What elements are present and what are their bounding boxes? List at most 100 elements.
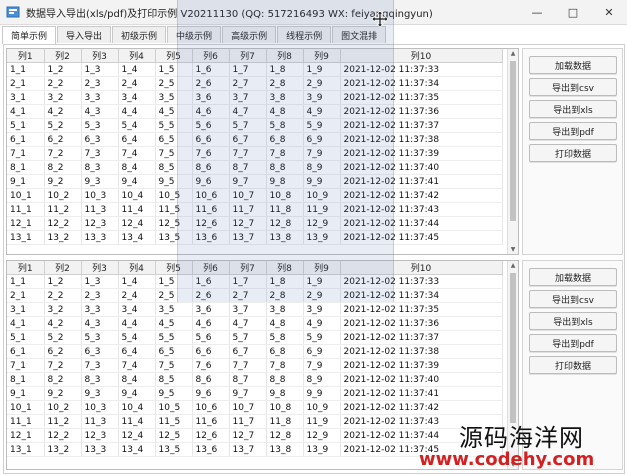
- table-cell[interactable]: 10_9: [303, 400, 341, 415]
- table-cell[interactable]: 12_4: [118, 216, 156, 231]
- export-csv-button[interactable]: 导出到csv: [529, 290, 617, 308]
- table-cell[interactable]: 8_9: [303, 160, 341, 175]
- table-cell[interactable]: 11_3: [81, 414, 119, 429]
- table-row[interactable]: 9_1 9_2 9_3 9_4 9_5 9_6 9_7 9_8 9_9 2021-12-02 11…: [7, 386, 503, 401]
- minimize-button[interactable]: —: [519, 0, 555, 24]
- export-pdf-button[interactable]: 导出到pdf: [529, 122, 617, 140]
- table-cell[interactable]: 11_8: [266, 414, 304, 429]
- table-row[interactable]: 4_1 4_2 4_3 4_4 4_5 4_6 4_7 4_8 4_9 2021-12-02 11…: [7, 104, 503, 119]
- table-cell[interactable]: 8_4: [118, 160, 156, 175]
- maximize-button[interactable]: □: [555, 0, 591, 24]
- scroll-up-icon[interactable]: ▲: [508, 49, 518, 58]
- table-row[interactable]: 11_1 11_2 11_3 11_4 11_5 11_6 11_7 11_8 11_9 2021…: [7, 202, 503, 217]
- table-cell[interactable]: 5_5: [155, 330, 193, 345]
- table-cell[interactable]: 6_9: [303, 132, 341, 147]
- table-cell[interactable]: 1_5: [155, 62, 193, 77]
- table-cell[interactable]: 1_4: [118, 274, 156, 289]
- table-cell[interactable]: 9_4: [118, 174, 156, 189]
- table-cell[interactable]: 2021-12-02 11:37:34: [340, 288, 503, 303]
- table-cell[interactable]: 8_2: [44, 372, 82, 387]
- table-row[interactable]: 6_1 6_2 6_3 6_4 6_5 6_6 6_7 6_8 6_9 2021-12-02 11…: [7, 344, 503, 359]
- table-cell[interactable]: 11_5: [155, 414, 193, 429]
- export-xls-button[interactable]: 导出到xls: [529, 312, 617, 330]
- table-cell[interactable]: 2_4: [118, 76, 156, 91]
- table-cell[interactable]: 2021-12-02 11:37:36: [340, 104, 503, 119]
- table-row[interactable]: 11_1 11_2 11_3 11_4 11_5 11_6 11_7 11_8 11_9 2021…: [7, 414, 503, 429]
- table-cell[interactable]: 1_8: [266, 274, 304, 289]
- column-header[interactable]: 列10: [340, 261, 503, 275]
- table-cell[interactable]: 4_9: [303, 104, 341, 119]
- table-row[interactable]: 8_1 8_2 8_3 8_4 8_5 8_6 8_7 8_8 8_9 2021-12-02 11…: [7, 160, 503, 175]
- top-table-scrollbar[interactable]: ▲ ▼: [507, 49, 518, 254]
- table-row[interactable]: 5_1 5_2 5_3 5_4 5_5 5_6 5_7 5_8 5_9 2021-12-02 11…: [7, 330, 503, 345]
- table-cell[interactable]: 8_4: [118, 372, 156, 387]
- table-cell[interactable]: 3_2: [44, 302, 82, 317]
- table-cell[interactable]: 9_2: [44, 386, 82, 401]
- table-cell[interactable]: 2021-12-02 11:37:37: [340, 118, 503, 133]
- table-cell[interactable]: 9_3: [81, 386, 119, 401]
- table-cell[interactable]: 2021-12-02 11:37:44: [340, 216, 503, 231]
- close-button[interactable]: ✕: [591, 0, 627, 24]
- table-cell[interactable]: 8_1: [7, 160, 45, 175]
- column-header[interactable]: 列4: [118, 261, 156, 275]
- table-cell[interactable]: 10_6: [192, 188, 230, 203]
- table-cell[interactable]: 3_2: [44, 90, 82, 105]
- table-cell[interactable]: 7_7: [229, 146, 267, 161]
- table-cell[interactable]: 10_2: [44, 400, 82, 415]
- table-row[interactable]: 1_1 1_2 1_3 1_4 1_5 1_6 1_7 1_8 1_9 2021-12-02 11…: [7, 274, 503, 289]
- table-cell[interactable]: 12_5: [155, 216, 193, 231]
- table-cell[interactable]: 5_4: [118, 330, 156, 345]
- top-table[interactable]: 列1 列2 列3 列4 列5 列6 列7 列8 列9 列10 1_1 1_2 1_3 1_4 1_5 1_6…: [6, 48, 519, 255]
- table-cell[interactable]: 7_2: [44, 358, 82, 373]
- table-cell[interactable]: 3_9: [303, 302, 341, 317]
- table-cell[interactable]: 10_7: [229, 400, 267, 415]
- table-cell[interactable]: 13_3: [81, 442, 119, 457]
- table-cell[interactable]: 1_8: [266, 62, 304, 77]
- table-cell[interactable]: 2021-12-02 11:37:40: [340, 160, 503, 175]
- table-cell[interactable]: 9_3: [81, 174, 119, 189]
- table-cell[interactable]: 11_7: [229, 202, 267, 217]
- table-cell[interactable]: 4_6: [192, 316, 230, 331]
- table-cell[interactable]: 6_2: [44, 132, 82, 147]
- table-cell[interactable]: 10_6: [192, 400, 230, 415]
- table-cell[interactable]: 3_5: [155, 90, 193, 105]
- table-cell[interactable]: 9_6: [192, 386, 230, 401]
- table-row[interactable]: 8_1 8_2 8_3 8_4 8_5 8_6 8_7 8_8 8_9 2021-12-02 11…: [7, 372, 503, 387]
- column-header[interactable]: 列9: [303, 49, 341, 63]
- column-header[interactable]: 列5: [155, 49, 193, 63]
- table-cell[interactable]: 2_4: [118, 288, 156, 303]
- table-cell[interactable]: 8_9: [303, 372, 341, 387]
- column-header[interactable]: 列6: [192, 49, 230, 63]
- table-cell[interactable]: 2021-12-02 11:37:34: [340, 76, 503, 91]
- tab-import-export[interactable]: 导入导出: [57, 26, 112, 43]
- table-cell[interactable]: 5_4: [118, 118, 156, 133]
- table-cell[interactable]: 5_2: [44, 118, 82, 133]
- table-row[interactable]: 2_1 2_2 2_3 2_4 2_5 2_6 2_7 2_8 2_9 2021-12-02 11…: [7, 288, 503, 303]
- table-cell[interactable]: 3_3: [81, 302, 119, 317]
- table-cell[interactable]: 9_7: [229, 386, 267, 401]
- table-cell[interactable]: 10_3: [81, 400, 119, 415]
- table-cell[interactable]: 7_9: [303, 358, 341, 373]
- table-cell[interactable]: 2021-12-02 11:37:42: [340, 188, 503, 203]
- table-cell[interactable]: 4_1: [7, 104, 45, 119]
- table-cell[interactable]: 2_5: [155, 288, 193, 303]
- table-cell[interactable]: 7_6: [192, 358, 230, 373]
- table-cell[interactable]: 9_1: [7, 386, 45, 401]
- table-cell[interactable]: 8_8: [266, 160, 304, 175]
- table-cell[interactable]: 13_8: [266, 442, 304, 457]
- table-cell[interactable]: 2021-12-02 11:37:41: [340, 174, 503, 189]
- column-header[interactable]: 列2: [44, 261, 82, 275]
- table-cell[interactable]: 13_4: [118, 230, 156, 245]
- table-cell[interactable]: 5_8: [266, 330, 304, 345]
- table-cell[interactable]: 7_8: [266, 146, 304, 161]
- table-cell[interactable]: 9_9: [303, 174, 341, 189]
- table-cell[interactable]: 6_7: [229, 132, 267, 147]
- table-cell[interactable]: 3_8: [266, 90, 304, 105]
- table-cell[interactable]: 9_1: [7, 174, 45, 189]
- table-cell[interactable]: 12_4: [118, 428, 156, 443]
- table-cell[interactable]: 12_8: [266, 428, 304, 443]
- table-cell[interactable]: 5_8: [266, 118, 304, 133]
- table-row[interactable]: 12_1 12_2 12_3 12_4 12_5 12_6 12_7 12_8 12_9 2021…: [7, 216, 503, 231]
- table-cell[interactable]: 8_3: [81, 372, 119, 387]
- table-cell[interactable]: 12_6: [192, 216, 230, 231]
